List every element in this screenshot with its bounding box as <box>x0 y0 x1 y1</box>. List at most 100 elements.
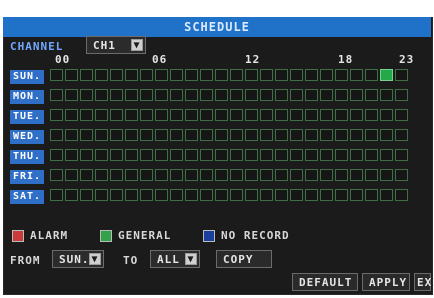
schedule-cell[interactable] <box>140 89 153 101</box>
schedule-cell[interactable] <box>50 149 63 161</box>
schedule-cell[interactable] <box>50 109 63 121</box>
schedule-cell[interactable] <box>230 129 243 141</box>
schedule-cell[interactable] <box>155 109 168 121</box>
schedule-row[interactable] <box>50 149 418 163</box>
schedule-cell[interactable] <box>200 149 213 161</box>
schedule-cell[interactable] <box>125 149 138 161</box>
schedule-cell[interactable] <box>80 109 93 121</box>
schedule-cell[interactable] <box>305 169 318 181</box>
schedule-row[interactable] <box>50 89 418 103</box>
schedule-cell[interactable] <box>305 69 318 81</box>
schedule-cell[interactable] <box>230 169 243 181</box>
schedule-cell[interactable] <box>290 129 303 141</box>
schedule-cell[interactable] <box>170 149 183 161</box>
schedule-cell[interactable] <box>395 129 408 141</box>
schedule-cell[interactable] <box>155 69 168 81</box>
schedule-cell[interactable] <box>170 189 183 201</box>
schedule-cell[interactable] <box>200 89 213 101</box>
schedule-cell[interactable] <box>305 89 318 101</box>
schedule-cell[interactable] <box>335 169 348 181</box>
schedule-cell[interactable] <box>95 189 108 201</box>
schedule-cell[interactable] <box>365 89 378 101</box>
schedule-cell[interactable] <box>50 129 63 141</box>
apply-button[interactable]: APPLY <box>362 273 410 291</box>
schedule-cell[interactable] <box>365 69 378 81</box>
schedule-cell[interactable] <box>155 189 168 201</box>
schedule-cell[interactable] <box>95 89 108 101</box>
schedule-cell[interactable] <box>215 129 228 141</box>
schedule-cell[interactable] <box>395 149 408 161</box>
schedule-cell[interactable] <box>320 189 333 201</box>
schedule-cell[interactable] <box>170 129 183 141</box>
schedule-cell[interactable] <box>350 109 363 121</box>
schedule-cell[interactable] <box>125 69 138 81</box>
copy-button[interactable]: COPY <box>216 250 272 268</box>
schedule-cell[interactable] <box>80 129 93 141</box>
schedule-cell[interactable] <box>95 129 108 141</box>
schedule-cell[interactable] <box>80 69 93 81</box>
schedule-cell[interactable] <box>110 89 123 101</box>
schedule-cell[interactable] <box>275 129 288 141</box>
schedule-cell[interactable] <box>380 169 393 181</box>
schedule-cell[interactable] <box>215 189 228 201</box>
schedule-cell[interactable] <box>140 109 153 121</box>
schedule-cell[interactable] <box>260 169 273 181</box>
schedule-cell[interactable] <box>140 149 153 161</box>
schedule-cell[interactable] <box>185 129 198 141</box>
schedule-cell[interactable] <box>260 149 273 161</box>
schedule-cell[interactable] <box>200 169 213 181</box>
schedule-cell[interactable] <box>275 109 288 121</box>
default-button[interactable]: DEFAULT <box>292 273 358 291</box>
schedule-cell[interactable] <box>305 129 318 141</box>
schedule-cell[interactable] <box>335 89 348 101</box>
schedule-cell[interactable] <box>395 69 408 81</box>
schedule-cell[interactable] <box>110 129 123 141</box>
schedule-cell[interactable] <box>185 149 198 161</box>
schedule-cell[interactable] <box>380 149 393 161</box>
schedule-cell[interactable] <box>290 189 303 201</box>
schedule-cell[interactable] <box>185 169 198 181</box>
schedule-cell[interactable] <box>140 189 153 201</box>
schedule-cell[interactable] <box>320 69 333 81</box>
schedule-cell[interactable] <box>335 189 348 201</box>
schedule-cell[interactable] <box>350 189 363 201</box>
schedule-cell[interactable] <box>65 189 78 201</box>
schedule-cell[interactable] <box>245 149 258 161</box>
schedule-cell[interactable] <box>335 69 348 81</box>
schedule-cell[interactable] <box>290 109 303 121</box>
schedule-cell[interactable] <box>50 169 63 181</box>
schedule-cell[interactable] <box>320 129 333 141</box>
schedule-cell[interactable] <box>50 189 63 201</box>
schedule-cell[interactable] <box>245 129 258 141</box>
schedule-cell[interactable] <box>65 109 78 121</box>
schedule-cell[interactable] <box>170 169 183 181</box>
schedule-row[interactable] <box>50 189 418 203</box>
schedule-cell[interactable] <box>350 129 363 141</box>
schedule-cell[interactable] <box>200 129 213 141</box>
schedule-cell[interactable] <box>125 89 138 101</box>
schedule-cell[interactable] <box>140 69 153 81</box>
schedule-cell[interactable] <box>305 189 318 201</box>
schedule-cell[interactable] <box>320 109 333 121</box>
schedule-cell[interactable] <box>170 69 183 81</box>
schedule-cell[interactable] <box>140 169 153 181</box>
exit-button[interactable]: EXIT <box>414 273 434 291</box>
schedule-cell[interactable] <box>65 149 78 161</box>
schedule-cell[interactable] <box>395 189 408 201</box>
schedule-cell[interactable] <box>275 189 288 201</box>
schedule-cell[interactable] <box>110 149 123 161</box>
schedule-cell[interactable] <box>365 189 378 201</box>
schedule-cell[interactable] <box>395 109 408 121</box>
schedule-cell[interactable] <box>275 89 288 101</box>
schedule-cell[interactable] <box>230 149 243 161</box>
chevron-down-icon[interactable]: ▼ <box>185 253 197 265</box>
schedule-cell[interactable] <box>395 89 408 101</box>
schedule-cell[interactable] <box>290 89 303 101</box>
schedule-cell[interactable] <box>350 89 363 101</box>
schedule-cell[interactable] <box>170 89 183 101</box>
schedule-cell[interactable] <box>155 129 168 141</box>
schedule-cell[interactable] <box>335 129 348 141</box>
schedule-cell[interactable] <box>185 109 198 121</box>
schedule-cell[interactable] <box>320 169 333 181</box>
schedule-cell[interactable] <box>365 149 378 161</box>
